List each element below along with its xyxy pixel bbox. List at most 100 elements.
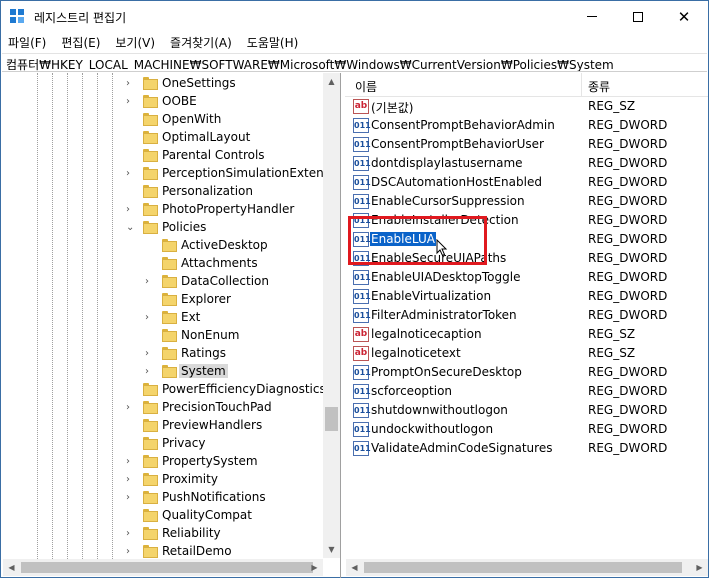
tree-item[interactable]: › DataCollection [3, 273, 323, 291]
chevron-right-icon[interactable]: › [126, 204, 136, 216]
value-row[interactable]: 011 EnableCursorSuppression REG_DWORD [345, 192, 708, 211]
scroll-down-icon[interactable]: ▼ [323, 541, 340, 558]
tree-item[interactable]: OptimalLayout [3, 129, 323, 147]
menu-favorites[interactable]: 즐겨찾기(A) [163, 32, 240, 52]
chevron-right-icon[interactable]: › [126, 474, 136, 486]
tree-item[interactable]: PreviewHandlers [3, 417, 323, 435]
tree-item[interactable]: QualityCompat [3, 507, 323, 525]
column-divider[interactable] [581, 73, 582, 97]
value-row[interactable]: 011 PromptOnSecureDesktop REG_DWORD [345, 363, 708, 382]
value-row[interactable]: 011 EnableUIADesktopToggle REG_DWORD [345, 268, 708, 287]
tree-item[interactable]: NonEnum [3, 327, 323, 345]
maximize-button[interactable] [615, 1, 661, 32]
chevron-right-icon[interactable]: › [145, 348, 155, 360]
value-type: REG_DWORD [588, 365, 668, 379]
tree-item[interactable]: Explorer [3, 291, 323, 309]
list-hscroll-thumb[interactable] [364, 562, 682, 573]
tree-guide-line [112, 73, 113, 563]
menu-edit[interactable]: 편집(E) [54, 32, 108, 52]
tree-scroll-thumb[interactable] [325, 407, 338, 431]
tree-item[interactable]: › Proximity [3, 471, 323, 489]
tree-item[interactable]: PowerEfficiencyDiagnostics [3, 381, 326, 399]
tree-item[interactable]: › PerceptionSimulationExtensions [3, 165, 340, 183]
binary-value-icon: 011 [353, 137, 371, 152]
chevron-right-icon[interactable]: › [126, 492, 136, 504]
chevron-right-icon[interactable]: › [126, 78, 136, 90]
tree-item[interactable]: ActiveDesktop [3, 237, 323, 255]
close-icon: ✕ [677, 7, 691, 26]
tree-item-label: Personalization [162, 184, 253, 198]
title-bar[interactable]: 레지스트리 편집기 ✕ [1, 1, 708, 32]
folder-icon [162, 239, 177, 252]
value-row[interactable]: 011 ConsentPromptBehaviorAdmin REG_DWORD [345, 116, 708, 135]
scroll-right-icon[interactable]: ▶ [306, 559, 323, 576]
value-row[interactable]: ab legalnoticecaption REG_SZ [345, 325, 708, 344]
column-type-header[interactable]: 종류 [588, 78, 610, 95]
address-bar[interactable]: 컴퓨터₩HKEY_LOCAL_MACHINE₩SOFTWARE₩Microsof… [2, 53, 707, 72]
tree-horizontal-scrollbar[interactable]: ◀ ▶ [3, 559, 323, 576]
value-row[interactable]: 011 scforceoption REG_DWORD [345, 382, 708, 401]
tree-item[interactable]: Attachments [3, 255, 323, 273]
chevron-right-icon[interactable]: › [126, 528, 136, 540]
tree-item[interactable]: › PrecisionTouchPad [3, 399, 323, 417]
value-row[interactable]: 011 ValidateAdminCodeSignatures REG_DWORD [345, 439, 708, 458]
scroll-up-icon[interactable]: ▲ [323, 73, 340, 90]
tree-item[interactable]: › Ratings [3, 345, 323, 363]
tree-item[interactable]: › Ext [3, 309, 323, 327]
tree-item-label: Attachments [181, 256, 258, 270]
tree-item[interactable]: › System [3, 363, 323, 381]
value-name: (기본값) [371, 101, 414, 115]
tree-item-label: Reliability [162, 526, 221, 540]
list-horizontal-scrollbar[interactable]: ◀ ▶ [346, 559, 708, 576]
chevron-down-icon[interactable]: ⌄ [126, 222, 136, 234]
chevron-right-icon[interactable]: › [145, 276, 155, 288]
close-button[interactable]: ✕ [661, 1, 707, 32]
tree-item[interactable]: ⌄ Policies [3, 219, 323, 237]
value-row[interactable]: 011 DSCAutomationHostEnabled REG_DWORD [345, 173, 708, 192]
tree-item[interactable]: › Reliability [3, 525, 323, 543]
folder-icon [162, 293, 177, 306]
tree-item[interactable]: OpenWith [3, 111, 323, 129]
tree-item-label: NonEnum [181, 328, 240, 342]
scroll-left-icon[interactable]: ◀ [346, 559, 363, 576]
value-row[interactable]: 011 undockwithoutlogon REG_DWORD [345, 420, 708, 439]
scroll-left-icon[interactable]: ◀ [3, 559, 20, 576]
tree-item[interactable]: › PropertySystem [3, 453, 323, 471]
tree-item[interactable]: › OOBE [3, 93, 323, 111]
scroll-right-icon[interactable]: ▶ [691, 559, 708, 576]
value-row[interactable]: 011 EnableVirtualization REG_DWORD [345, 287, 708, 306]
value-row[interactable]: ab legalnoticetext REG_SZ [345, 344, 708, 363]
value-row[interactable]: ab (기본값) REG_SZ [345, 97, 708, 116]
chevron-right-icon[interactable]: › [126, 402, 136, 414]
chevron-right-icon[interactable]: › [145, 312, 155, 324]
tree-item[interactable]: Parental Controls [3, 147, 323, 165]
tree-item[interactable]: › PushNotifications [3, 489, 323, 507]
value-row[interactable]: 011 FilterAdministratorToken REG_DWORD [345, 306, 708, 325]
chevron-right-icon[interactable]: › [126, 168, 136, 180]
column-name-header[interactable]: 이름 [355, 78, 377, 95]
value-row[interactable]: 011 dontdisplaylastusername REG_DWORD [345, 154, 708, 173]
chevron-right-icon[interactable]: › [145, 366, 155, 378]
chevron-right-icon[interactable]: › [126, 456, 136, 468]
tree-vertical-scrollbar[interactable]: ▲ ▼ [323, 73, 340, 558]
tree-item[interactable]: › PhotoPropertyHandler [3, 201, 323, 219]
tree-guide-line [37, 73, 38, 563]
tree-hscroll-thumb[interactable] [21, 562, 313, 573]
menu-help[interactable]: 도움말(H) [240, 32, 307, 52]
tree-item-label: PowerEfficiencyDiagnostics [162, 382, 326, 396]
tree-item[interactable]: › OneSettings [3, 75, 323, 93]
menu-view[interactable]: 보기(V) [108, 32, 163, 52]
menu-file[interactable]: 파일(F) [1, 32, 54, 52]
chevron-right-icon[interactable]: › [126, 96, 136, 108]
tree-item-label: Explorer [181, 292, 231, 306]
folder-icon [143, 77, 158, 90]
value-row[interactable]: 011 shutdownwithoutlogon REG_DWORD [345, 401, 708, 420]
binary-value-icon: 011 [353, 289, 371, 304]
minimize-button[interactable] [569, 1, 615, 32]
chevron-right-icon[interactable]: › [126, 546, 136, 558]
tree-item[interactable]: Personalization [3, 183, 323, 201]
tree-item-label: OptimalLayout [162, 130, 251, 144]
value-type: REG_DWORD [588, 308, 668, 322]
tree-item[interactable]: Privacy [3, 435, 323, 453]
value-row[interactable]: 011 ConsentPromptBehaviorUser REG_DWORD [345, 135, 708, 154]
